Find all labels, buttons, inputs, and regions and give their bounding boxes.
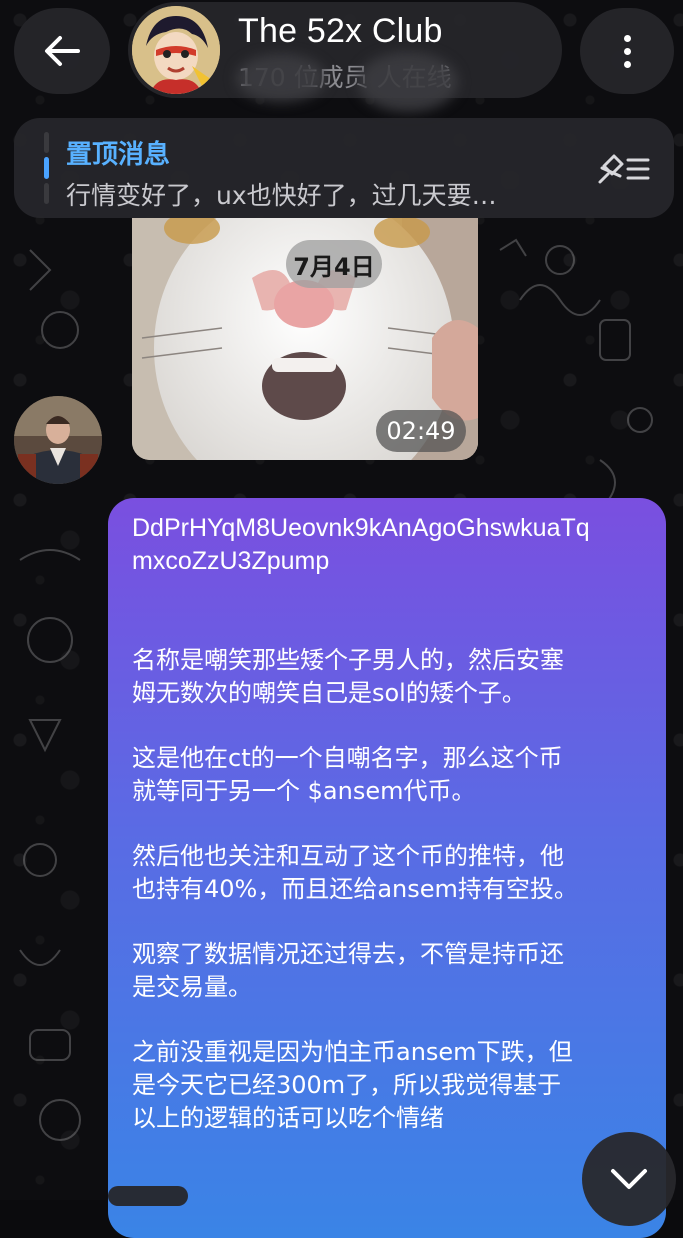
- bottom-bar: [108, 1186, 188, 1206]
- chat-title: The 52x Club: [238, 12, 443, 50]
- message-paragraph: 之前没重视是因为怕主币ansem下跌，但 是今天它已经300m了，所以我觉得基于…: [132, 1038, 573, 1132]
- date-separator: 7月4日: [286, 240, 382, 288]
- group-avatar[interactable]: [132, 6, 220, 94]
- pinned-preview: 行情变好了，ux也快好了，过几天要…: [66, 181, 497, 210]
- message-paragraph: 这是他在ct的一个自嘲名字，那么这个币 就等同于另一个 $ansem代币。: [132, 744, 563, 805]
- more-vertical-icon: [623, 34, 631, 68]
- message-paragraph: 然后他也关注和互动了这个币的推特，他 也持有40%，而且还给ansem持有空投。: [132, 842, 578, 903]
- arrow-left-icon: [45, 36, 80, 66]
- token-address[interactable]: DdPrHYqM8Ueovnk9kAnAgoGhswkuaTq mxcoZzU3…: [132, 512, 652, 578]
- chevron-down-icon: [611, 1169, 647, 1189]
- sender-avatar-image: [14, 396, 102, 484]
- chat-header[interactable]: The 52x Club 170 位成员 人在线: [128, 2, 562, 112]
- message-paragraph: 观察了数据情况还过得去，不管是持币还 是交易量。: [132, 940, 564, 1001]
- pinned-indicator: [44, 132, 49, 204]
- video-duration: 02:49: [376, 410, 466, 452]
- pinned-title: 置顶消息: [66, 140, 171, 170]
- group-avatar-image: [132, 6, 220, 94]
- message-paragraph: 名称是嘲笑那些矮个子男人的，然后安塞 姆无数次的嘲笑自己是sol的矮个子。: [132, 646, 564, 707]
- sender-avatar[interactable]: [14, 396, 102, 484]
- pin-list-icon[interactable]: [594, 152, 650, 186]
- back-button[interactable]: [14, 8, 110, 94]
- redaction-blob: [236, 54, 326, 102]
- redaction-blob: [358, 52, 458, 112]
- more-menu-button[interactable]: [580, 8, 674, 94]
- message-bubble[interactable]: DdPrHYqM8Ueovnk9kAnAgoGhswkuaTq mxcoZzU3…: [108, 498, 666, 1238]
- scroll-to-bottom-button[interactable]: [582, 1132, 676, 1226]
- pinned-message-bar[interactable]: 置顶消息 行情变好了，ux也快好了，过几天要…: [14, 118, 674, 218]
